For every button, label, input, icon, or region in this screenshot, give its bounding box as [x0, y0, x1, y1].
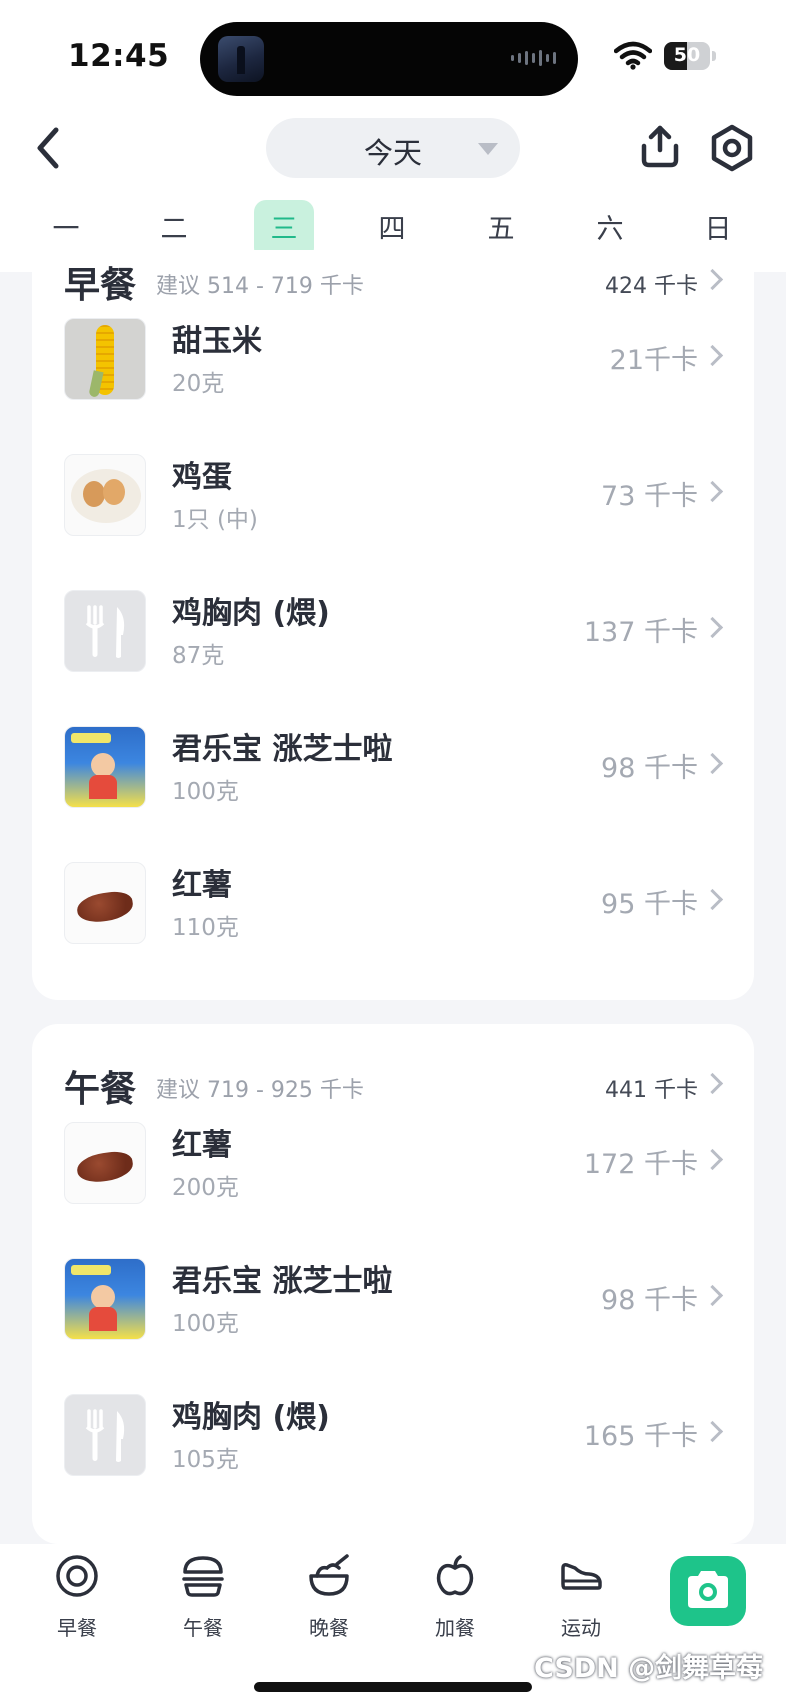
food-quantity: 87克 [172, 643, 225, 669]
audio-wave-icon [511, 50, 556, 66]
food-quantity: 110克 [172, 915, 239, 941]
camera-button[interactable] [670, 1556, 746, 1626]
apple-icon [436, 1555, 474, 1596]
tab-label: 加餐 [435, 1616, 475, 1640]
status-time: 12:45 [68, 38, 170, 74]
food-calories: 98 千卡 [601, 753, 698, 784]
sweet-potato-thumbnail [64, 862, 146, 944]
food-item[interactable]: 鸡胸肉 (煨) 87克 137 千卡 [32, 564, 754, 700]
food-name: 君乐宝 涨芝士啦 [172, 732, 393, 767]
food-calories: 73 千卡 [601, 481, 698, 512]
food-calories: 172 千卡 [583, 1149, 698, 1180]
fork-knife-icon [64, 1394, 146, 1476]
food-quantity: 20克 [172, 371, 225, 397]
tab-snack[interactable]: 加餐 [410, 1554, 500, 1664]
chevron-right-icon [701, 616, 724, 639]
home-indicator[interactable] [254, 1682, 532, 1692]
tab-label: 运动 [561, 1616, 601, 1640]
tab-label: 午餐 [183, 1616, 223, 1640]
burger-icon [182, 1556, 224, 1597]
tab-label: 早餐 [57, 1616, 97, 1640]
food-name: 红薯 [172, 868, 232, 903]
battery-percent: 50 [673, 44, 701, 66]
food-item[interactable]: 红薯 200克 172 千卡 [32, 1096, 754, 1232]
food-name: 红薯 [172, 1128, 232, 1163]
chevron-right-icon [701, 1072, 724, 1095]
chevron-right-icon [701, 888, 724, 911]
food-calories: 95 千卡 [601, 889, 698, 920]
food-name: 君乐宝 涨芝士啦 [172, 1264, 393, 1299]
chevron-right-icon [701, 1420, 724, 1443]
chevron-right-icon [701, 752, 724, 775]
tab-label: 晚餐 [309, 1616, 349, 1640]
breakfast-card: 早餐 建议 514 - 719 千卡 424 千卡 甜玉米 20克 21千卡 鸡… [32, 250, 754, 1000]
tab-breakfast[interactable]: 早餐 [32, 1554, 122, 1664]
date-selector[interactable]: 今天 [266, 118, 520, 178]
chevron-right-icon [701, 1148, 724, 1171]
food-item[interactable]: 君乐宝 涨芝士啦 100克 98 千卡 [32, 700, 754, 836]
food-item[interactable]: 鸡蛋 1只 (中) 73 千卡 [32, 428, 754, 564]
bottom-tab-bar: 早餐 午餐 晚餐 加餐 运动 CSDN @剑舞草莓 [0, 1544, 786, 1704]
food-quantity: 105克 [172, 1447, 239, 1473]
settings-icon[interactable] [708, 124, 756, 172]
camera-icon [688, 1571, 728, 1608]
food-item[interactable]: 君乐宝 涨芝士啦 100克 98 千卡 [32, 1232, 754, 1368]
sweet-potato-thumbnail [64, 1122, 146, 1204]
corn-thumbnail [64, 318, 146, 400]
chevron-right-icon [701, 268, 724, 291]
food-item[interactable]: 鸡胸肉 (煨) 105克 165 千卡 [32, 1368, 754, 1504]
watermark: CSDN @剑舞草莓 [534, 1653, 764, 1684]
food-name: 甜玉米 [172, 324, 262, 359]
food-name: 鸡胸肉 (煨) [172, 596, 330, 631]
plate-icon [56, 1555, 98, 1597]
yogurt-thumbnail [64, 1258, 146, 1340]
chevron-right-icon [701, 344, 724, 367]
chevron-right-icon [701, 1284, 724, 1307]
tab-lunch[interactable]: 午餐 [158, 1554, 248, 1664]
shoe-icon [561, 1563, 602, 1590]
back-icon[interactable] [30, 122, 66, 174]
food-name: 鸡胸肉 (煨) [172, 1400, 330, 1435]
fork-knife-icon [64, 590, 146, 672]
tab-dinner[interactable]: 晚餐 [284, 1554, 374, 1664]
lunch-card: 午餐 建议 719 - 925 千卡 441 千卡 红薯 200克 172 千卡… [32, 1024, 754, 1544]
food-item[interactable]: 红薯 110克 95 千卡 [32, 836, 754, 972]
now-playing-artwork [218, 36, 264, 82]
food-name: 鸡蛋 [172, 460, 232, 495]
yogurt-thumbnail [64, 726, 146, 808]
battery-icon: 50 [664, 42, 716, 70]
wifi-icon [614, 41, 652, 70]
share-icon[interactable] [638, 122, 682, 170]
chevron-right-icon [701, 480, 724, 503]
egg-thumbnail [64, 454, 146, 536]
food-quantity: 200克 [172, 1175, 239, 1201]
caret-down-icon [478, 143, 498, 155]
food-calories: 137 千卡 [583, 617, 698, 648]
food-quantity: 1只 (中) [172, 507, 258, 533]
food-calories: 165 千卡 [583, 1421, 698, 1452]
food-quantity: 100克 [172, 1311, 239, 1337]
bowl-icon [309, 1554, 349, 1596]
food-calories: 98 千卡 [601, 1285, 698, 1316]
dynamic-island [200, 22, 578, 96]
food-calories: 21千卡 [609, 345, 698, 376]
food-item[interactable]: 甜玉米 20克 21千卡 [32, 292, 754, 428]
food-quantity: 100克 [172, 779, 239, 805]
